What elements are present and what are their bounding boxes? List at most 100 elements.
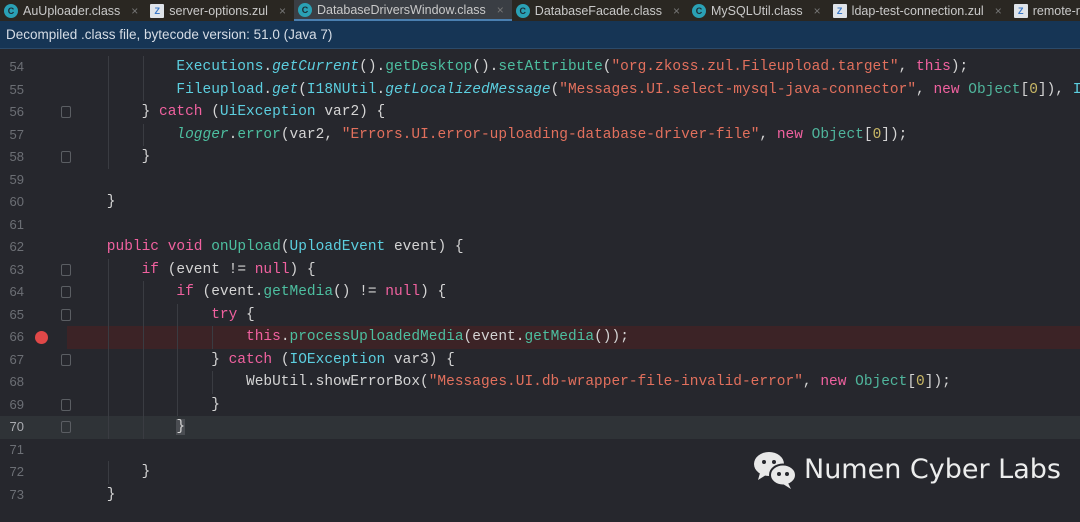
code-token: getMedia [263,284,334,300]
class-icon: C [515,3,530,18]
tab-ldap-test-connection-zul[interactable]: Zldap-test-connection.zul × [829,0,1010,21]
code-token: get [272,81,299,98]
code-line: 57 logger.error(var2, "Errors.UI.error-up… [0,123,1080,147]
code-token: getMedia [524,329,595,345]
breakpoint-icon[interactable] [35,331,48,344]
line-number[interactable]: 54 [0,56,24,79]
fold-marker-icon[interactable] [61,398,71,411]
code-token: "Messages.UI.select-mysql-java-connector… [559,81,917,98]
code-token: 0 [1029,81,1038,98]
close-tab-icon[interactable]: × [814,4,821,18]
code-text: } [107,484,116,507]
fold-marker-icon[interactable] [61,353,71,366]
code-token: ) { [289,261,316,278]
indent-guide [177,326,179,349]
code-token: setAttribute [498,59,603,75]
fold-marker-icon[interactable] [61,421,71,433]
line-number[interactable]: 56 [0,101,24,124]
line-number[interactable]: 57 [0,124,24,147]
code-token: Object [968,81,1021,98]
indent-guide [177,393,179,416]
tab-label: MySQLUtil.class [710,3,803,18]
tab-databasedriverswindow-class[interactable]: C DatabaseDriversWindow.class × [293,0,512,21]
code-token: Object [811,126,864,143]
code-token: ); [950,59,969,75]
indent-guide [107,281,109,304]
line-number[interactable]: 70 [0,416,24,439]
line-number[interactable]: 72 [0,461,24,484]
line-number[interactable]: 63 [0,259,24,282]
code-token: , [759,126,777,143]
tab-server-options-zul[interactable]: Zserver-options.zul × [146,0,294,21]
code-token: IOException [289,351,386,368]
line-number[interactable]: 68 [0,371,24,394]
indent-guide [142,123,144,146]
indent-guide [177,303,179,326]
code-token: (). [359,59,386,75]
line-number[interactable]: 65 [0,304,24,327]
line-number[interactable]: 67 [0,349,24,372]
indent-guide [212,371,214,394]
code-token: ( [211,104,220,120]
code-line: 58} [0,146,1080,169]
code-token: . [263,81,273,98]
line-number[interactable]: 55 [0,79,24,102]
code-token: error [237,126,281,143]
fold-marker-icon[interactable] [61,106,71,118]
line-number[interactable]: 73 [0,484,24,507]
code-text: if (event != null) { [142,259,316,282]
fold-marker-icon[interactable] [61,286,71,298]
indent-guide [107,258,109,281]
code-text: try { [211,304,255,327]
line-number[interactable]: 58 [0,146,24,169]
line-number[interactable]: 69 [0,394,24,417]
code-token: processUploadedMedia [289,329,464,345]
line-number[interactable]: 71 [0,439,24,462]
tab-databasefacade-class[interactable]: C DatabaseFacade.class × [512,0,688,21]
code-token: "Messages.UI.db-wrapper-file-invalid-err… [428,374,803,390]
code-token: Executions [176,59,264,75]
code-token: } [141,464,151,480]
line-number[interactable]: 59 [0,169,24,192]
code-token: ( [298,81,307,98]
class-icon: C [297,2,312,17]
code-token: if [141,261,168,278]
line-number[interactable]: 60 [0,191,24,214]
close-tab-icon[interactable]: × [995,4,1002,18]
decompiled-banner: Decompiled .class file, bytecode version… [0,21,1080,49]
fold-marker-icon[interactable] [61,308,71,321]
code-token: [ [863,126,873,143]
line-number[interactable]: 62 [0,236,24,259]
fold-marker-icon[interactable] [61,263,71,276]
code-text: Executions.getCurrent().getDesktop().set… [176,56,968,79]
code-line: 54 Executions.getCurrent().getDesktop().s… [0,56,1080,79]
code-text: Fileupload.get(I18NUtil.getLocalizedMess… [176,79,1080,102]
indent-guide [107,326,109,349]
code-token: ]), [1037,81,1073,98]
code-token: public void [106,239,212,255]
indent-guide [142,303,144,326]
code-token: if [176,284,203,300]
line-number[interactable]: 66 [0,326,24,349]
close-tab-icon[interactable]: × [279,4,286,18]
code-token: var3) { [385,351,455,368]
tab-mysqlutil-class[interactable]: C MySQLUtil.class × [688,0,829,21]
indent-guide [107,416,109,439]
code-line: 63 if (event != null) { [0,258,1080,282]
code-text: logger.error(var2, "Errors.UI.error-uplo… [176,124,907,147]
tab-label: server-options.zul [169,3,268,18]
close-tab-icon[interactable]: × [497,3,504,17]
indent-guide [142,78,144,101]
code-token: } [176,419,186,435]
line-number[interactable]: 64 [0,281,24,304]
fold-marker-icon[interactable] [61,151,71,163]
code-token: (var2, [280,126,342,143]
code-token: null [385,284,421,300]
line-number[interactable]: 61 [0,214,24,237]
tab-remote-replic[interactable]: Zremote-replic [1010,0,1080,21]
tab-auuploader-class[interactable]: C AuUploader.class × [0,0,146,21]
close-tab-icon[interactable]: × [131,4,138,18]
tab-label: DatabaseFacade.class [534,3,662,18]
close-tab-icon[interactable]: × [673,4,680,18]
code-token: ]); [924,374,951,390]
